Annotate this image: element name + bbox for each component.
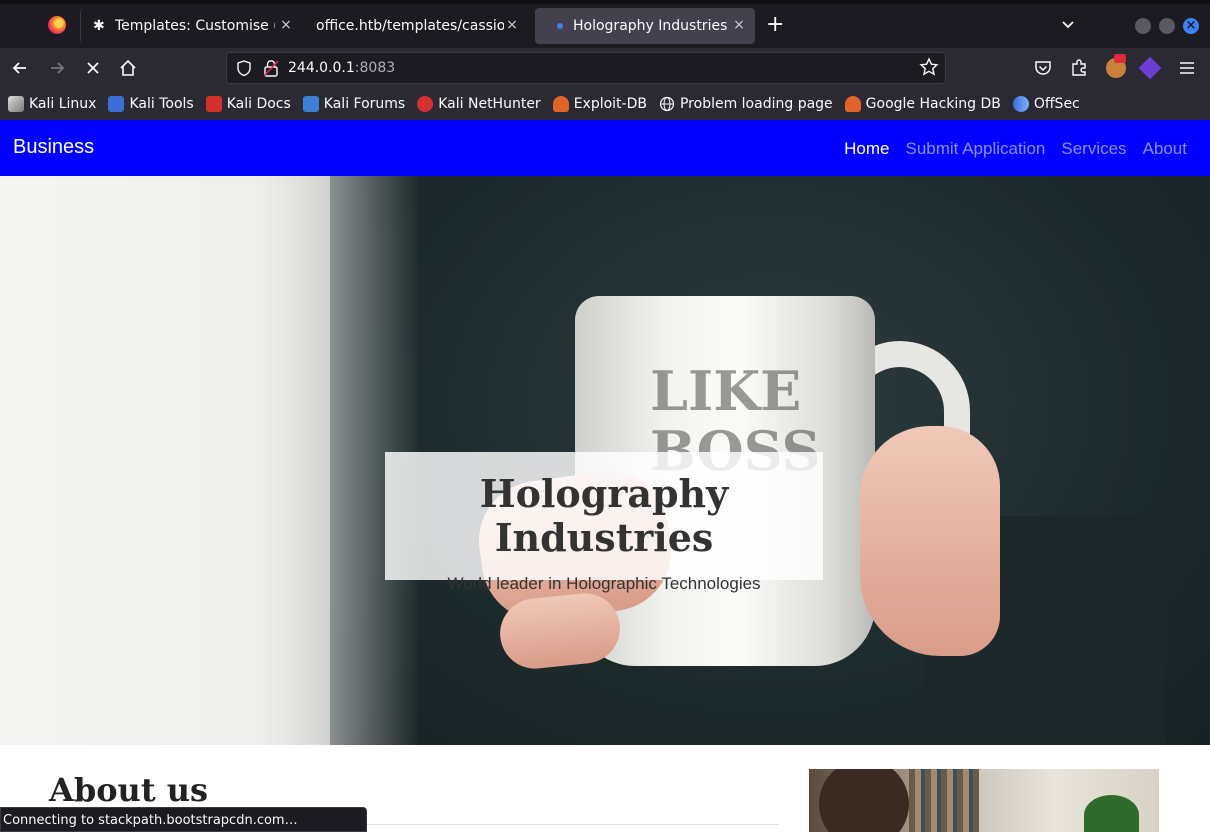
url-text[interactable]: 244.0.0.1:8083 (288, 60, 395, 76)
site-navbar: Business Home Submit Application Service… (0, 120, 1210, 176)
hero-photo-light (0, 176, 420, 745)
extensions-puzzle-icon[interactable] (1069, 58, 1089, 78)
bookmark-label: OffSec (1033, 96, 1080, 112)
list-all-tabs-icon[interactable] (1060, 16, 1076, 32)
close-tab-icon[interactable]: × (278, 17, 294, 33)
tab-templates-customise[interactable]: ✱ Templates: Customise (Ca × (80, 8, 302, 44)
close-window-icon[interactable]: × (1183, 18, 1199, 34)
site-menu: Home Submit Application Services About (844, 139, 1187, 159)
tracking-protection-shield-icon[interactable] (235, 59, 253, 77)
hero-title: Holography Industries (479, 471, 729, 560)
ghdb-icon (844, 96, 861, 112)
kali-linux-icon (8, 96, 24, 112)
app-menu-hamburger-icon[interactable] (1177, 58, 1197, 78)
bookmark-problem-loading-page[interactable]: Problem loading page (659, 96, 833, 112)
bookmark-label: Kali Forums (323, 96, 406, 112)
close-tab-icon[interactable]: × (731, 17, 747, 33)
nav-services[interactable]: Services (1061, 139, 1126, 159)
bookmark-label: Kali Docs (226, 96, 291, 112)
minimize-window-icon[interactable] (1135, 18, 1151, 34)
kali-nethunter-icon (417, 96, 434, 112)
bookmark-label: Kali NetHunter (438, 96, 541, 112)
right-hand-photo (860, 426, 1000, 656)
hero-subtitle: World leader in Holographic Technologies (447, 574, 761, 593)
person-photo (819, 769, 909, 832)
tab-title: office.htb/templates/cassiop (316, 18, 504, 34)
bookmark-kali-nethunter[interactable]: Kali NetHunter (417, 96, 541, 112)
offsec-icon (1012, 96, 1029, 112)
url-port: :8083 (354, 60, 396, 76)
home-icon[interactable] (118, 58, 138, 78)
status-panel: Connecting to stackpath.bootstrapcdn.com… (0, 807, 367, 832)
nav-home[interactable]: Home (844, 139, 889, 159)
back-icon[interactable] (10, 58, 30, 78)
extension-foxyproxy-icon[interactable] (1138, 56, 1162, 80)
stop-loading-icon[interactable] (83, 58, 103, 78)
bookmark-exploit-db[interactable]: Exploit-DB (552, 96, 647, 112)
tab-holography-industries[interactable]: Holography Industries × (535, 8, 755, 44)
bookmark-label: Google Hacking DB (865, 96, 1001, 112)
tab-office-templates[interactable]: office.htb/templates/cassiop × (304, 8, 528, 44)
address-bar[interactable]: 244.0.0.1:8083 (226, 52, 946, 84)
tab-title: Holography Industries (573, 18, 728, 34)
globe-icon (659, 96, 675, 112)
bookmark-kali-docs[interactable]: Kali Docs (205, 96, 291, 112)
bookmark-google-hacking-db[interactable]: Google Hacking DB (844, 96, 1001, 112)
firefox-view-icon[interactable] (48, 16, 66, 34)
bookmark-kali-forums[interactable]: Kali Forums (302, 96, 406, 112)
pocket-icon[interactable] (1033, 58, 1053, 78)
bookmark-kali-tools[interactable]: Kali Tools (108, 96, 194, 112)
about-photo (809, 769, 1159, 832)
bookmark-star-icon[interactable] (919, 57, 939, 77)
url-host: 244.0.0.1 (288, 60, 355, 76)
navigation-toolbar: 244.0.0.1:8083 (0, 48, 1210, 88)
extension-cookie-icon[interactable] (1106, 54, 1126, 78)
kali-docs-icon (205, 96, 222, 112)
loading-dot-icon (557, 23, 563, 29)
new-tab-icon[interactable]: + (766, 14, 784, 36)
hero-caption-box: Holography Industries World leader in Ho… (385, 452, 823, 593)
joomla-icon: ✱ (93, 18, 105, 34)
bookmark-label: Kali Linux (29, 96, 97, 112)
close-tab-icon[interactable]: × (504, 17, 520, 33)
maximize-window-icon[interactable] (1159, 18, 1175, 34)
site-brand[interactable]: Business (13, 136, 94, 159)
plant-photo (1084, 795, 1139, 832)
bookmark-label: Problem loading page (679, 96, 833, 112)
bookshelf-photo (909, 769, 979, 832)
tab-title: Templates: Customise (Ca (115, 18, 275, 34)
bookmark-kali-linux[interactable]: Kali Linux (8, 96, 96, 112)
tab-strip: ✱ Templates: Customise (Ca × office.htb/… (0, 0, 1210, 48)
bookmark-label: Exploit-DB (573, 96, 647, 112)
bookmark-label: Kali Tools (129, 96, 194, 112)
bookmark-offsec[interactable]: OffSec (1012, 96, 1080, 112)
exploit-db-icon (552, 96, 569, 112)
kali-tools-icon (108, 96, 125, 112)
bookmarks-toolbar: Kali Linux Kali Tools Kali Docs Kali For… (0, 88, 1210, 120)
tab-strip-edge (0, 0, 1210, 4)
nav-about[interactable]: About (1143, 139, 1187, 159)
insecure-lock-icon[interactable] (263, 59, 279, 77)
hero-banner: LIKE BOSS Holography Industries World le… (0, 176, 1210, 745)
about-heading: About us (49, 771, 209, 809)
nav-submit-application[interactable]: Submit Application (906, 139, 1046, 159)
web-page: Business Home Submit Application Service… (0, 120, 1210, 832)
kali-forums-icon (302, 96, 319, 112)
forward-icon[interactable] (47, 58, 67, 78)
